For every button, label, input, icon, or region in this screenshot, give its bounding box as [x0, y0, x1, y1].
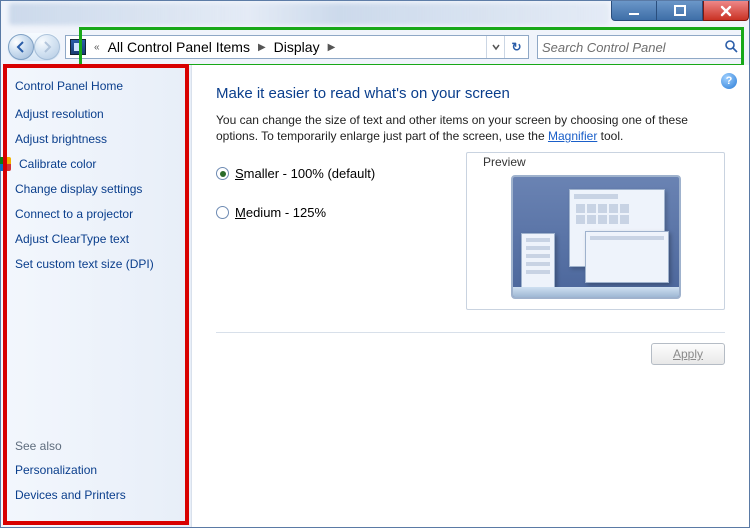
see-also: See also Personalization Devices and Pri… — [15, 439, 126, 513]
breadcrumb[interactable]: « All Control Panel Items ▶ Display ▶ — [90, 39, 486, 55]
sidebar-link-custom-text-size[interactable]: Set custom text size (DPI) — [15, 257, 177, 271]
control-panel-icon — [70, 39, 86, 55]
desc-text-end: tool. — [597, 129, 623, 143]
body: Control Panel Home Adjust resolution Adj… — [1, 65, 749, 527]
search-input[interactable]: Search Control Panel — [537, 35, 743, 59]
preview-box: Preview — [466, 152, 725, 310]
chevron-right-icon: ▶ — [256, 42, 268, 53]
preview-column: Preview — [466, 166, 725, 310]
preview-label: Preview — [479, 155, 530, 169]
address-bar[interactable]: « All Control Panel Items ▶ Display ▶ ↻ — [65, 35, 529, 59]
radio-label: edium - 125% — [246, 205, 326, 220]
sidebar: Control Panel Home Adjust resolution Adj… — [1, 65, 191, 527]
chevron-left-icon: « — [92, 42, 102, 53]
chevron-right-icon: ▶ — [326, 42, 338, 53]
page-heading: Make it easier to read what's on your sc… — [216, 85, 725, 102]
search-icon[interactable] — [724, 39, 738, 56]
close-button[interactable] — [703, 1, 749, 21]
sidebar-link-change-display-settings[interactable]: Change display settings — [15, 182, 177, 196]
size-options: Smaller - 100% (default) Medium - 125% — [216, 166, 466, 310]
radio-smaller-100[interactable]: Smaller - 100% (default) — [216, 166, 466, 181]
breadcrumb-parent[interactable]: All Control Panel Items — [108, 39, 250, 55]
titlebar-blur — [9, 3, 609, 25]
control-panel-home-link[interactable]: Control Panel Home — [15, 79, 177, 93]
magnifier-link[interactable]: Magnifier — [548, 129, 597, 143]
radio-accel: S — [235, 166, 244, 181]
search-placeholder: Search Control Panel — [542, 40, 666, 55]
refresh-button[interactable]: ↻ — [504, 36, 528, 58]
address-dropdown[interactable] — [486, 36, 504, 58]
window-controls — [611, 1, 749, 27]
navigation-row: « All Control Panel Items ▶ Display ▶ ↻ … — [1, 29, 749, 65]
sidebar-link-calibrate-color[interactable]: Calibrate color — [15, 157, 177, 171]
radio-icon — [216, 206, 229, 219]
breadcrumb-current[interactable]: Display — [274, 39, 320, 55]
see-also-devices-printers[interactable]: Devices and Printers — [15, 488, 126, 502]
help-icon[interactable]: ? — [721, 73, 737, 89]
radio-label: maller - 100% (default) — [244, 166, 376, 181]
divider — [216, 332, 725, 333]
nav-buttons — [7, 33, 61, 61]
see-also-personalization[interactable]: Personalization — [15, 463, 126, 477]
back-button[interactable] — [8, 34, 34, 60]
maximize-button[interactable] — [657, 1, 703, 21]
sidebar-link-adjust-brightness[interactable]: Adjust brightness — [15, 132, 177, 146]
minimize-button[interactable] — [611, 1, 657, 21]
radio-medium-125[interactable]: Medium - 125% — [216, 205, 466, 220]
sidebar-link-connect-projector[interactable]: Connect to a projector — [15, 207, 177, 221]
main-content: ? Make it easier to read what's on your … — [191, 65, 749, 527]
forward-button[interactable] — [34, 34, 60, 60]
radio-accel: M — [235, 205, 246, 220]
sidebar-link-adjust-resolution[interactable]: Adjust resolution — [15, 107, 177, 121]
apply-button[interactable]: Apply — [651, 343, 725, 365]
radio-icon — [216, 167, 229, 180]
sidebar-link-cleartype[interactable]: Adjust ClearType text — [15, 232, 177, 246]
see-also-heading: See also — [15, 439, 126, 453]
preview-monitor-icon — [511, 175, 681, 299]
page-description: You can change the size of text and othe… — [216, 112, 725, 144]
